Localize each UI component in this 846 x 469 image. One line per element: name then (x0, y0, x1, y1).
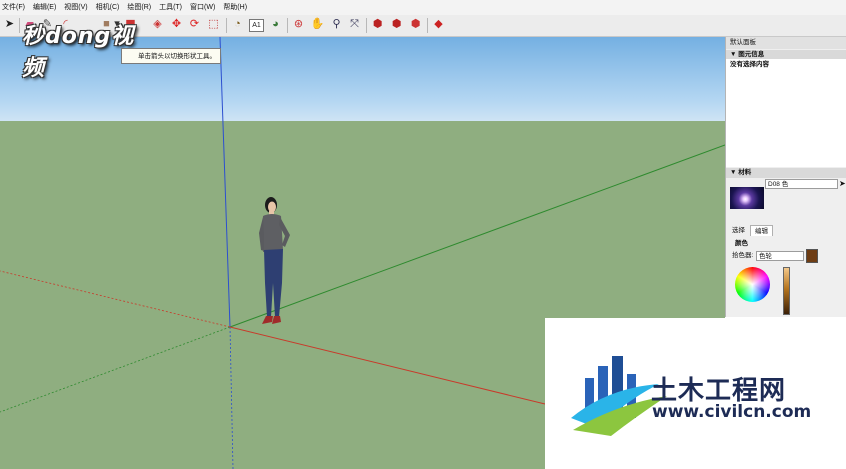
toolbar-separator (226, 18, 227, 33)
color-swatch[interactable] (806, 249, 818, 263)
red-axis-dotted (0, 270, 231, 328)
toolbar-separator (427, 18, 428, 33)
share-model-icon[interactable]: ⬢ (408, 17, 423, 32)
zoom-extents-icon[interactable]: ⤧ (347, 17, 362, 32)
tab-select[interactable]: 选择 (728, 225, 749, 236)
brightness-slider[interactable] (783, 267, 790, 315)
paint-bucket-icon[interactable]: ◕ (268, 17, 283, 32)
color-picker-select[interactable]: 色轮 (756, 251, 804, 261)
tape-measure-icon[interactable]: ◔ (230, 17, 245, 32)
scale-figure[interactable] (252, 195, 302, 327)
tooltip: 单击箭头以切换形状工具。 (121, 48, 221, 64)
menu-bar: 文件(F) 编辑(E) 视图(V) 相机(C) 绘图(R) 工具(T) 窗口(W… (0, 0, 846, 15)
toolbar-separator (19, 18, 20, 33)
menu-camera[interactable]: 相机(C) (96, 0, 120, 15)
extension-warehouse-icon[interactable]: ⬢ (389, 17, 404, 32)
blue-axis (219, 37, 231, 328)
color-section-label: 颜色 (735, 240, 748, 247)
scale-icon[interactable]: ⬚ (206, 17, 221, 32)
materials-header[interactable]: ▼ 材料 (726, 168, 846, 178)
menu-tools[interactable]: 工具(T) (159, 0, 182, 15)
menu-view[interactable]: 视图(V) (64, 0, 87, 15)
toolbar-separator (287, 18, 288, 33)
tab-edit[interactable]: 编辑 (750, 225, 773, 236)
rotate-icon[interactable]: ⟳ (187, 17, 202, 32)
material-thumbnail[interactable] (730, 187, 764, 209)
tooltip-text: 单击箭头以切换形状工具。 (138, 53, 216, 60)
blue-axis-dotted (229, 326, 234, 469)
color-wheel-highlight (735, 267, 770, 302)
color-picker-label: 拾色器: (732, 252, 754, 259)
pan-icon[interactable]: ✋ (310, 17, 325, 32)
select-arrow-icon[interactable]: ➤ (2, 17, 17, 32)
toolbar-separator (366, 18, 367, 33)
green-axis-dotted (0, 326, 231, 413)
menu-file[interactable]: 文件(F) (2, 0, 25, 15)
logo-url: www.civilcn.com (652, 402, 812, 422)
3d-warehouse-icon[interactable]: ⬢ (370, 17, 385, 32)
video-watermark-logo: 秒dong视频 (22, 18, 156, 81)
menu-help[interactable]: 帮助(H) (223, 0, 247, 15)
materials-tabs: 选择 编辑 (726, 225, 846, 236)
move-icon[interactable]: ✥ (169, 17, 184, 32)
material-sample-icon[interactable]: ➤ (839, 179, 846, 188)
zoom-icon[interactable]: ⚲ (329, 17, 344, 32)
menu-window[interactable]: 窗口(W) (190, 0, 215, 15)
orbit-icon[interactable]: ⊛ (291, 17, 306, 32)
material-name-field[interactable]: D08 色 (765, 179, 838, 189)
ruby-extension-icon[interactable]: ◆ (431, 17, 446, 32)
menu-draw[interactable]: 绘图(R) (127, 0, 151, 15)
panel-title: 默认面板 (726, 37, 846, 49)
red-axis (229, 326, 546, 405)
site-watermark: 土木工程网 www.civilcn.com (545, 318, 846, 469)
default-tray-panel: 默认面板 ▼ 图元信息 没有选择内容 ▼ 材料 D08 色 ➤ 选择 编辑 颜色… (725, 37, 846, 317)
menu-edit[interactable]: 编辑(E) (33, 0, 56, 15)
green-axis (229, 144, 725, 328)
text-icon[interactable]: A1 (249, 19, 264, 32)
no-selection-text: 没有选择内容 (730, 61, 769, 68)
entity-info-body: 没有选择内容 (726, 59, 846, 167)
